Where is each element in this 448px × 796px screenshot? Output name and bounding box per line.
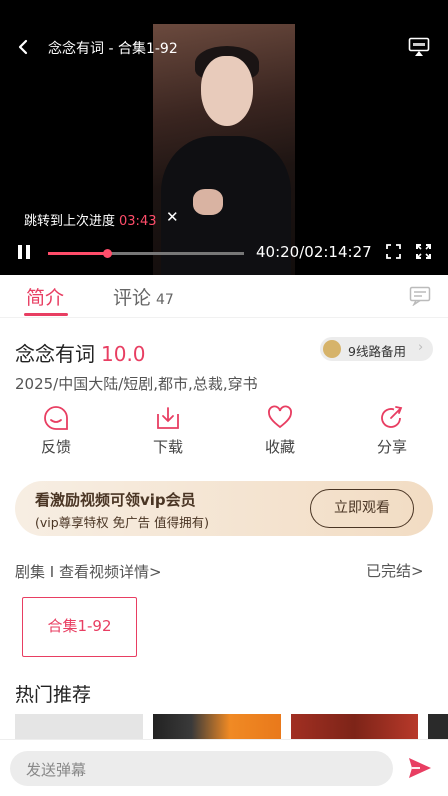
share-button[interactable]: 分享 <box>362 405 422 457</box>
cast-icon[interactable] <box>408 37 430 57</box>
fullscreen-icon[interactable] <box>416 244 431 259</box>
video-figure-hand <box>193 189 223 215</box>
close-icon[interactable]: ✕ <box>166 208 179 226</box>
feedback-label: 反馈 <box>40 438 71 456</box>
comments-count: 47 <box>156 292 174 308</box>
recommend-thumb[interactable] <box>291 714 418 740</box>
danmaku-input[interactable]: 发送弹幕 <box>10 751 393 786</box>
video-title: 念念有词 - 合集1-92 <box>48 41 178 57</box>
tab-intro-underline <box>24 313 68 316</box>
download-button[interactable]: 下载 <box>138 405 198 457</box>
drama-meta: 2025/中国大陆/短剧,都市,总裁,穿书 <box>15 375 258 393</box>
favorite-label: 收藏 <box>264 438 295 456</box>
progress-bar[interactable] <box>48 249 244 258</box>
tab-intro[interactable]: 简介 <box>26 283 64 310</box>
drama-score: 10.0 <box>101 342 146 366</box>
time-display: 40:20/02:14:27 <box>256 243 372 261</box>
resume-prompt[interactable]: 跳转到上次进度 03:43 <box>24 210 156 229</box>
pause-button[interactable] <box>16 244 32 260</box>
download-label: 下载 <box>152 438 183 456</box>
hot-recommend-title: 热门推荐 <box>15 684 92 706</box>
video-figure-face <box>201 56 253 126</box>
progress-fill <box>48 252 107 255</box>
drama-title: 念念有词 10.0 <box>15 338 146 367</box>
share-label: 分享 <box>376 438 407 456</box>
video-player[interactable]: 念念有词 - 合集1-92 跳转到上次进度 03:43 ✕ 40:20/02:14… <box>0 0 448 275</box>
tab-bar: 简介 评论 47 <box>0 276 448 318</box>
tab-comments-label: 评论 <box>113 287 152 309</box>
backup-line-button[interactable]: 9线路备用 › <box>320 337 433 361</box>
download-icon <box>157 407 179 429</box>
episodes-status[interactable]: 已完结> <box>366 560 424 581</box>
line-coin-icon <box>323 340 341 358</box>
recommend-thumb[interactable] <box>153 714 281 740</box>
video-frame[interactable] <box>153 24 295 275</box>
episode-item[interactable]: 合集1-92 <box>22 597 137 657</box>
recommend-thumb[interactable] <box>428 714 448 740</box>
progress-knob[interactable] <box>102 249 112 258</box>
resume-time: 03:43 <box>119 214 157 229</box>
vip-banner-headline: 看激励视频可领vip会员 <box>35 491 196 509</box>
watch-now-button[interactable]: 立即观看 <box>310 489 414 528</box>
share-icon <box>381 406 403 428</box>
bottom-bar: 发送弹幕 <box>0 739 448 796</box>
feedback-button[interactable]: 反馈 <box>26 405 86 457</box>
vip-banner-subline: (vip尊享特权 免广告 值得拥有) <box>35 515 210 530</box>
resume-label: 跳转到上次进度 <box>24 214 116 229</box>
drama-name: 念念有词 <box>15 342 95 366</box>
send-icon[interactable] <box>408 757 432 779</box>
tab-comments[interactable]: 评论 47 <box>113 283 174 310</box>
danmaku-list-icon[interactable] <box>409 286 431 307</box>
recommend-thumb[interactable] <box>15 714 143 740</box>
vip-banner[interactable]: 看激励视频可领vip会员 (vip尊享特权 免广告 值得拥有) 立即观看 <box>15 481 433 536</box>
favorite-button[interactable]: 收藏 <box>250 405 310 457</box>
heart-icon <box>268 405 292 429</box>
chevron-right-icon: › <box>418 340 424 355</box>
feedback-icon <box>44 406 68 430</box>
danmaku-placeholder: 发送弹幕 <box>26 761 87 779</box>
backup-line-label: 9线路备用 <box>348 344 406 359</box>
fit-screen-icon[interactable] <box>386 244 401 259</box>
back-icon[interactable] <box>14 36 34 58</box>
episodes-header[interactable]: 剧集 I 查看视频详情> <box>15 561 162 582</box>
